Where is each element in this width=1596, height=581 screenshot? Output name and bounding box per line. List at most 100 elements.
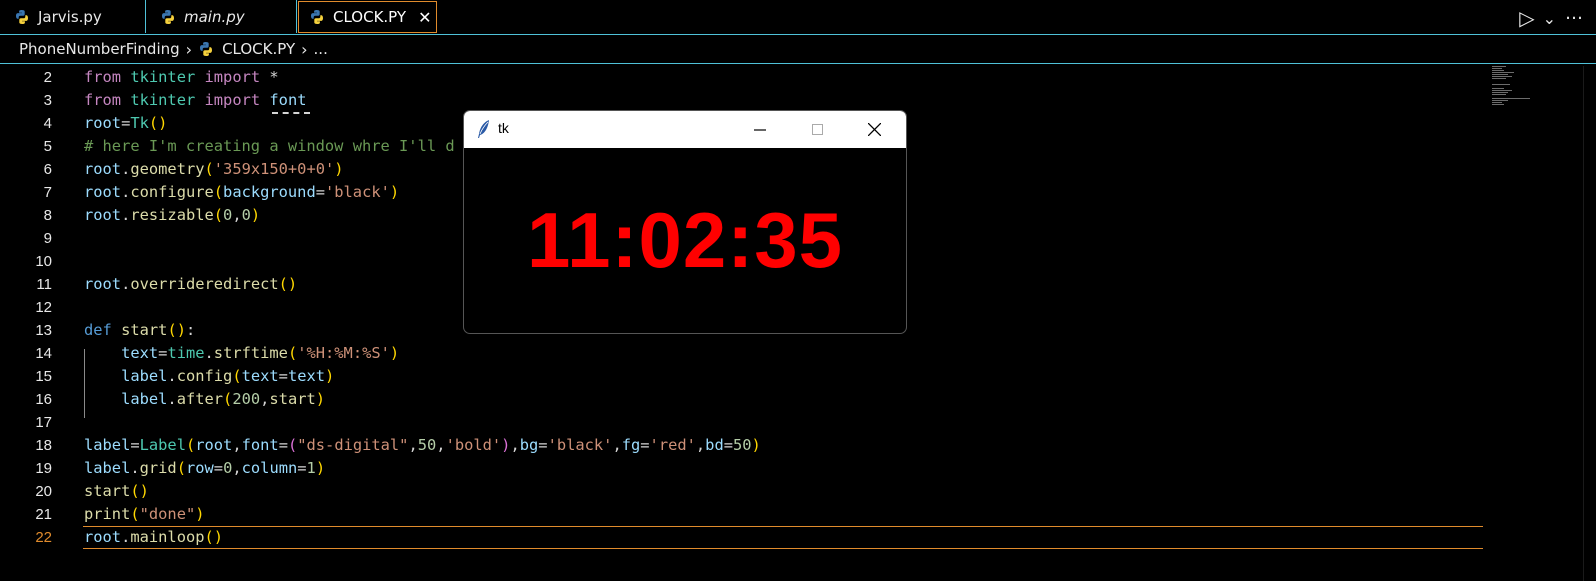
- current-line-highlight: [83, 526, 1483, 549]
- code-line[interactable]: 17: [0, 411, 1490, 434]
- code-token: ,: [232, 206, 242, 224]
- code-text: root.geometry('359x150+0+0'): [84, 158, 344, 181]
- line-number: 11: [36, 276, 52, 293]
- code-token: =: [538, 436, 548, 454]
- tab-clock[interactable]: CLOCK.PY ✕: [298, 1, 437, 33]
- code-text: root.resizable(0,0): [84, 204, 260, 227]
- code-token: *: [260, 68, 279, 86]
- code-token: ,: [408, 436, 418, 454]
- line-number: 2: [43, 69, 52, 86]
- code-token: ): [751, 436, 761, 454]
- line-number: 19: [35, 460, 52, 477]
- line-number: 3: [43, 92, 52, 109]
- code-token: '%H:%M:%S': [297, 344, 390, 362]
- code-token: from: [84, 91, 122, 109]
- minimize-button[interactable]: [737, 111, 783, 148]
- line-number: 9: [43, 230, 52, 247]
- code-token: root: [84, 160, 122, 178]
- code-token: 200: [232, 390, 261, 408]
- minimize-icon: [754, 128, 766, 131]
- code-token: root: [84, 114, 122, 132]
- code-token: (: [213, 183, 224, 201]
- python-icon: [162, 9, 174, 24]
- vertical-scrollbar[interactable]: [1583, 66, 1596, 581]
- line-number: 16: [35, 391, 52, 408]
- code-token: import: [204, 68, 261, 86]
- more-actions-icon[interactable]: …: [1565, 3, 1584, 24]
- code-token: strftime: [213, 344, 288, 362]
- minimap-line: [1492, 100, 1508, 101]
- code-line[interactable]: 3 from tkinter import font: [0, 89, 1490, 112]
- minimap-line: [1492, 72, 1514, 73]
- code-line[interactable]: 20 start(): [0, 480, 1490, 503]
- code-text: from tkinter import font: [84, 89, 306, 112]
- code-token: after: [176, 390, 224, 408]
- code-line[interactable]: 16 label.after(200,start): [0, 388, 1490, 411]
- chevron-down-icon[interactable]: ⌄: [1543, 9, 1556, 28]
- breadcrumb-folder[interactable]: PhoneNumberFinding: [19, 40, 180, 58]
- line-number: 6: [43, 161, 52, 178]
- code-token: .: [121, 183, 131, 201]
- tab-jarvis[interactable]: Jarvis.py: [0, 0, 146, 33]
- close-tab-icon[interactable]: ✕: [418, 8, 431, 27]
- code-token: root: [84, 275, 122, 293]
- code-token: .: [121, 160, 131, 178]
- clock-label: 11:02:35: [527, 196, 843, 284]
- code-text: root.overrideredirect(): [84, 273, 297, 296]
- maximize-button[interactable]: [794, 111, 840, 148]
- code-token: grid: [139, 459, 177, 477]
- code-token: .: [167, 390, 177, 408]
- code-token: font: [269, 91, 307, 109]
- minimap-line: [1492, 92, 1508, 93]
- tk-window: tk 11:02:35: [463, 110, 907, 334]
- code-token: =: [723, 436, 733, 454]
- code-text: label.after(200,start): [84, 388, 325, 411]
- minimap-line: [1492, 84, 1510, 85]
- code-token: # here I'm creating a window whre I'll d: [84, 137, 455, 155]
- code-token: =: [278, 367, 288, 385]
- code-text: def start():: [84, 319, 195, 342]
- line-number: 20: [35, 483, 52, 500]
- code-text: root.configure(background='black'): [84, 181, 399, 204]
- code-token: =: [640, 436, 650, 454]
- breadcrumb-file[interactable]: CLOCK.PY: [222, 40, 295, 58]
- line-number: 4: [43, 115, 52, 132]
- code-line[interactable]: 19 label.grid(row=0,column=1): [0, 457, 1490, 480]
- code-token: ,: [695, 436, 706, 454]
- code-token: text: [241, 367, 279, 385]
- breadcrumb-symbol[interactable]: ...: [314, 40, 328, 58]
- line-number: 8: [43, 207, 52, 224]
- tk-window-title: tk: [498, 120, 509, 136]
- code-token: root: [84, 206, 122, 224]
- minimap-line: [1492, 78, 1506, 79]
- code-token: ): [389, 183, 400, 201]
- line-number: 7: [43, 184, 52, 201]
- code-line[interactable]: 2 from tkinter import *: [0, 66, 1490, 89]
- close-button[interactable]: [851, 111, 897, 148]
- code-line[interactable]: 15 label.config(text=text): [0, 365, 1490, 388]
- code-token: .: [121, 206, 131, 224]
- code-token: "ds-digital": [297, 436, 409, 454]
- line-number: 5: [43, 138, 52, 155]
- code-token: root: [195, 436, 233, 454]
- code-token: from: [84, 68, 122, 86]
- run-icon[interactable]: ▷: [1519, 6, 1534, 30]
- minimap[interactable]: [1490, 66, 1530, 110]
- code-line[interactable]: 21 print("done"): [0, 503, 1490, 526]
- tk-titlebar[interactable]: tk: [464, 111, 906, 148]
- run-controls: ▷ ⌄: [1519, 6, 1556, 30]
- line-number: 10: [35, 253, 52, 270]
- tab-main[interactable]: main.py: [146, 0, 297, 33]
- code-token: start: [84, 482, 131, 500]
- code-line[interactable]: 18 label=Label(root,font=("ds-digital",50…: [0, 434, 1490, 457]
- code-token: ): [315, 390, 326, 408]
- code-token: (): [278, 275, 298, 293]
- code-token: 0: [223, 206, 233, 224]
- code-token: import: [204, 91, 261, 109]
- code-line[interactable]: 14 text=time.strftime('%H:%M:%S'): [0, 342, 1490, 365]
- minimap-line: [1492, 74, 1508, 75]
